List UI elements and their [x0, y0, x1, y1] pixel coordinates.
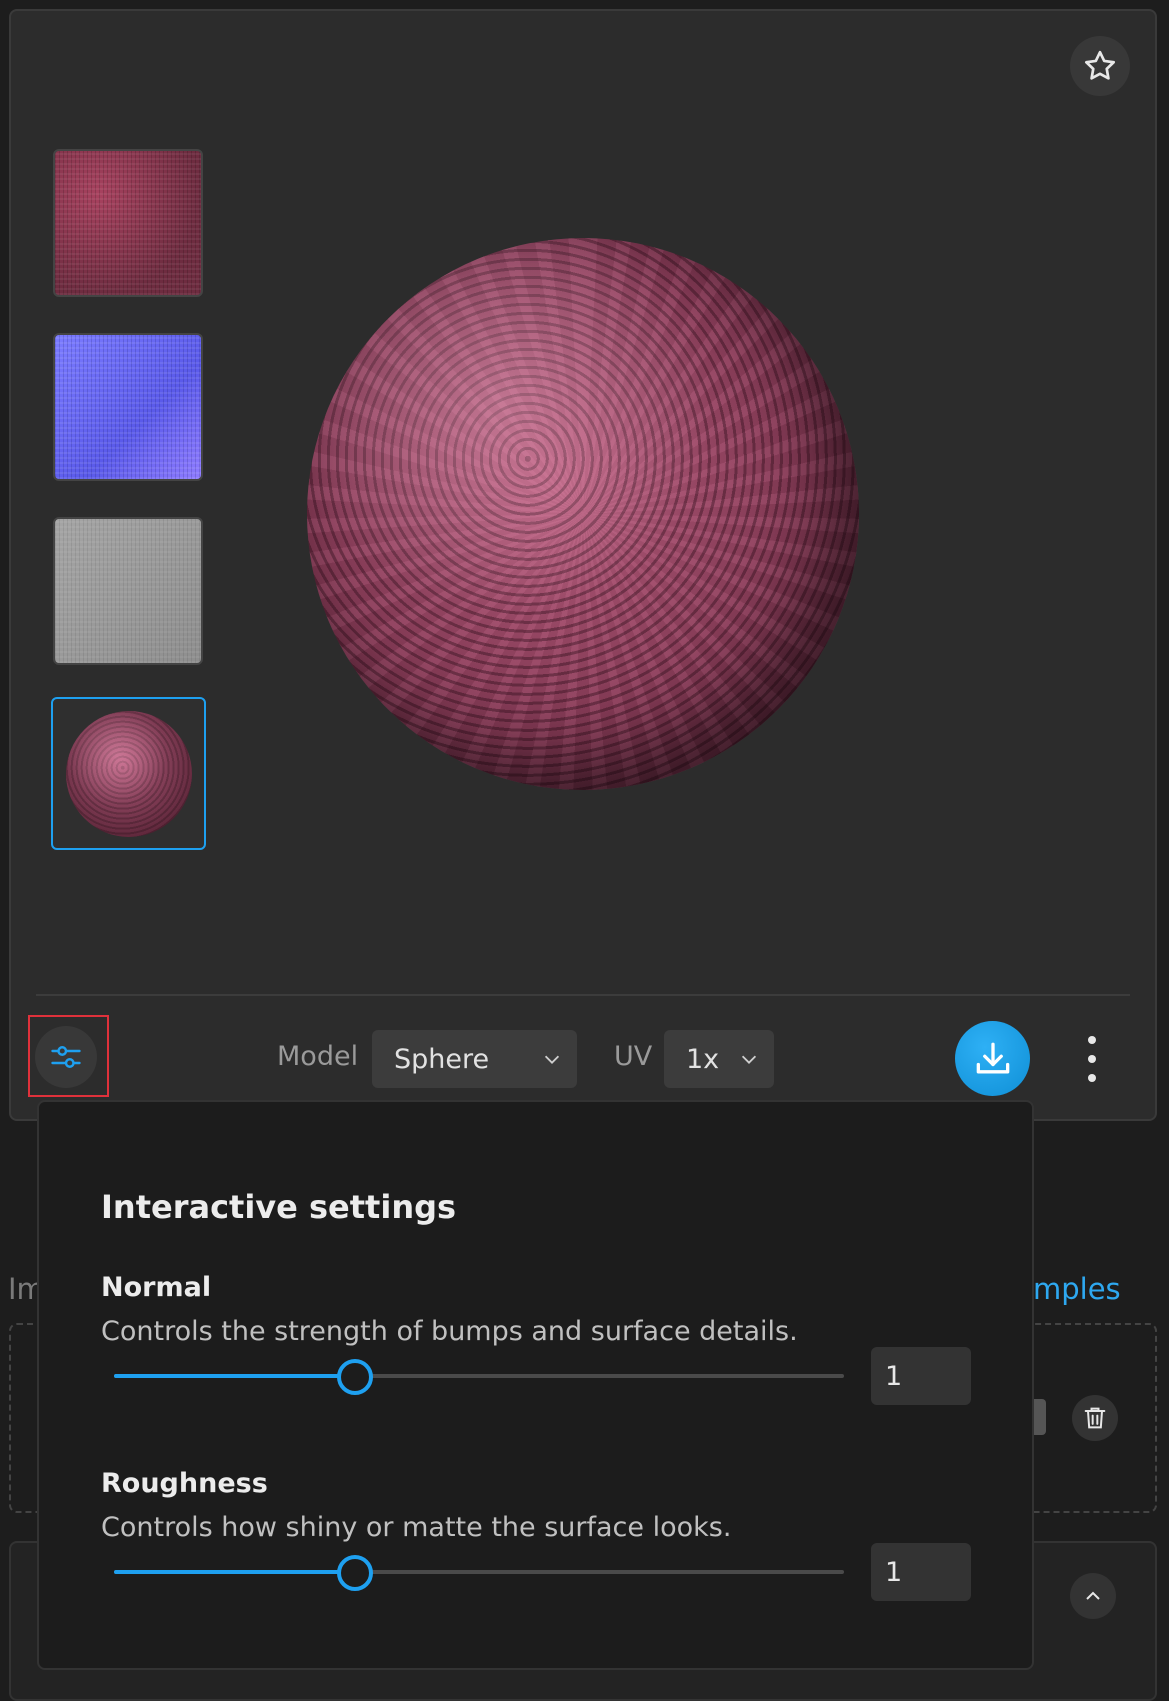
popover-title: Interactive settings	[101, 1188, 457, 1226]
star-icon	[1085, 50, 1115, 80]
more-dot	[1088, 1074, 1096, 1082]
more-dot	[1088, 1055, 1096, 1063]
roughness-setting-description: Controls how shiny or matte the surface …	[101, 1512, 732, 1543]
roughness-slider[interactable]	[114, 1555, 844, 1591]
chevron-down-icon	[741, 1055, 757, 1064]
download-icon	[976, 1042, 1009, 1073]
roughness-slider-fill	[114, 1570, 355, 1574]
normal-setting-title: Normal	[101, 1272, 212, 1303]
normal-slider-fill	[114, 1374, 355, 1378]
download-button[interactable]	[955, 1021, 1030, 1096]
delete-button[interactable]	[1072, 1395, 1118, 1441]
toolbar-divider	[36, 994, 1130, 996]
sliders-icon	[51, 1046, 81, 1068]
sphere-preview[interactable]	[307, 238, 859, 790]
trash-icon	[1084, 1407, 1106, 1429]
background-examples-link[interactable]: mples	[1033, 1272, 1121, 1306]
normal-setting-description: Controls the strength of bumps and surfa…	[101, 1316, 798, 1347]
roughness-slider-handle[interactable]	[336, 1555, 373, 1591]
interactive-settings-popover: Interactive settings Normal Controls the…	[37, 1100, 1034, 1670]
normal-slider[interactable]	[114, 1359, 844, 1395]
favorite-button[interactable]	[1070, 36, 1130, 96]
normal-slider-handle[interactable]	[336, 1359, 373, 1395]
collapse-button[interactable]	[1070, 1573, 1116, 1619]
model-select[interactable]: Sphere	[372, 1030, 577, 1088]
thumbnail-normal-map[interactable]	[53, 333, 203, 481]
uv-label: UV	[614, 1041, 653, 1072]
roughness-setting-title: Roughness	[101, 1468, 268, 1499]
thumbnail-roughness-map[interactable]	[53, 517, 203, 665]
more-options-button[interactable]	[1082, 1036, 1102, 1082]
mini-sphere-image	[65, 710, 192, 837]
chevron-up-icon	[1086, 1591, 1100, 1600]
uv-select[interactable]: 1x	[664, 1030, 774, 1088]
normal-value-input[interactable]	[871, 1347, 971, 1405]
interactive-settings-button[interactable]	[35, 1026, 97, 1088]
chevron-down-icon	[544, 1055, 560, 1064]
uv-select-value: 1x	[686, 1043, 720, 1075]
thumbnail-sphere-preview[interactable]	[51, 697, 206, 850]
roughness-value-input[interactable]	[871, 1543, 971, 1601]
more-vertical-icon	[1088, 1036, 1096, 1044]
model-label: Model	[277, 1041, 359, 1072]
thumbnail-base-color[interactable]	[53, 149, 203, 297]
model-select-value: Sphere	[394, 1043, 490, 1075]
